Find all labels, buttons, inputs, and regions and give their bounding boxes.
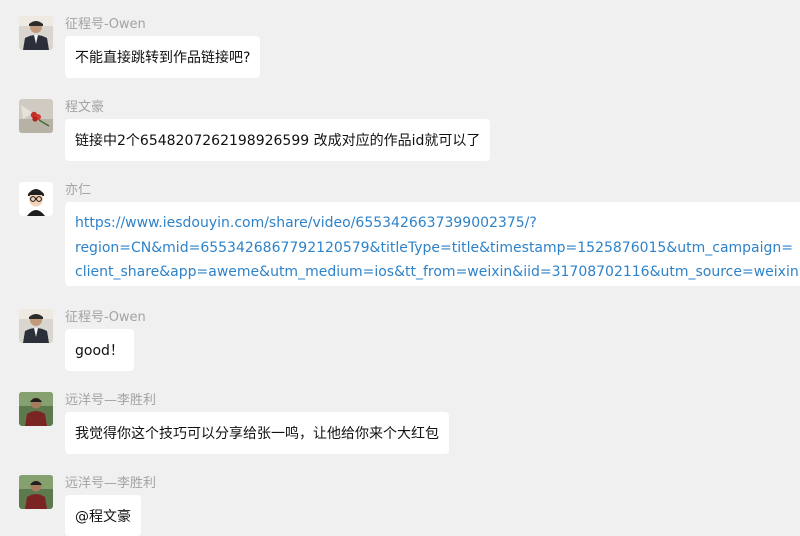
message-text: 链接中2个6548207262198926599 改成对应的作品id就可以了 — [75, 133, 481, 149]
message-text: good！ — [75, 343, 124, 359]
message-bubble[interactable]: 不能直接跳转到作品链接吧? — [65, 36, 261, 78]
man-suit-avatar[interactable] — [19, 309, 53, 343]
message-text: 不能直接跳转到作品链接吧? — [75, 50, 251, 66]
sender-name: 征程号-Owen — [65, 17, 146, 32]
message-bubble[interactable]: @程文豪 — [65, 495, 141, 536]
sender-name: 远洋号—李胜利 — [65, 393, 157, 408]
man-red-shirt-avatar[interactable] — [19, 475, 53, 509]
sender-name: 征程号-Owen — [65, 310, 146, 325]
link-text-line[interactable]: region=CN&mid=6553426867792120579&titleT… — [75, 236, 799, 261]
sender-name: 程文豪 — [65, 100, 105, 115]
chat-message-list: 征程号-Owen 不能直接跳转到作品链接吧? 程文豪 链接中2个65482072… — [0, 0, 800, 536]
message-bubble[interactable]: good！ — [65, 329, 134, 371]
message-bubble[interactable]: 链接中2个6548207262198926599 改成对应的作品id就可以了 — [65, 119, 491, 161]
message-bubble[interactable]: 我觉得你这个技巧可以分享给张一鸣，让他给你来个大红包 — [65, 412, 449, 454]
cartoon-glasses-avatar[interactable] — [19, 182, 53, 216]
sender-name: 远洋号—李胜利 — [65, 476, 157, 491]
sender-name: 亦仁 — [65, 183, 92, 198]
man-red-shirt-avatar[interactable] — [19, 392, 53, 426]
link-bubble[interactable]: https://www.iesdouyin.com/share/video/65… — [65, 202, 800, 286]
message-text: 我觉得你这个技巧可以分享给张一鸣，让他给你来个大红包 — [75, 426, 439, 442]
man-suit-avatar[interactable] — [19, 16, 53, 50]
message-text: @程文豪 — [75, 509, 131, 525]
roses-avatar[interactable] — [19, 99, 53, 133]
link-text-line[interactable]: https://www.iesdouyin.com/share/video/65… — [75, 211, 799, 236]
link-text-line[interactable]: client_share&app=aweme&utm_medium=ios&tt… — [75, 260, 799, 285]
